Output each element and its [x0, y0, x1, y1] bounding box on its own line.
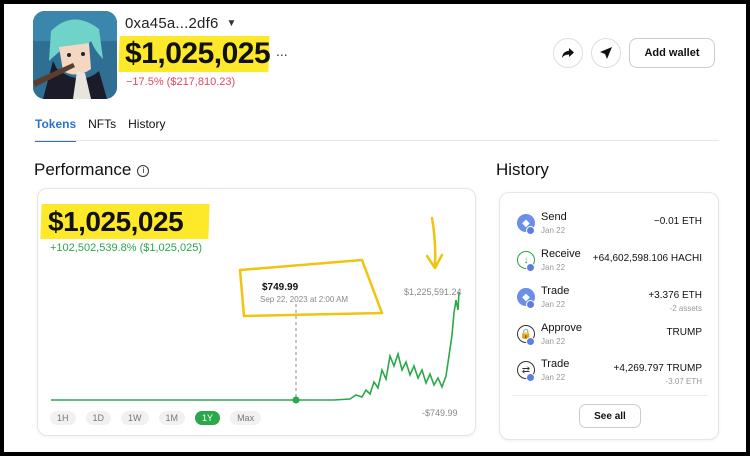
history-type: Send	[541, 211, 567, 223]
history-type: Approve	[541, 322, 582, 334]
history-date: Jan 22	[541, 263, 566, 272]
chain-badge-icon	[526, 373, 535, 382]
history-type: Receive	[541, 248, 581, 260]
history-type: Trade	[541, 285, 570, 297]
chart-min-label: -$749.99	[422, 408, 458, 418]
tooltip-date: Sep 22, 2023 at 2:00 AM	[260, 295, 349, 304]
history-divider	[512, 395, 708, 396]
crosshair-dot	[292, 396, 300, 404]
history-item[interactable]: ⇄ Trade Jan 22 +4,269.797 TRUMP -3.07 ET…	[500, 356, 720, 392]
history-item[interactable]: ◆ Trade Jan 22 +3.376 ETH -2 assets	[500, 283, 720, 319]
tooltip-price: $749.99	[262, 282, 299, 293]
history-date: Jan 22	[541, 226, 566, 235]
history-item[interactable]: ◆ Send Jan 22 −0.01 ETH	[500, 209, 720, 245]
history-date: Jan 22	[541, 300, 566, 309]
wallet-page: 0xa45a...2df6 ▼ $1,025,025 ... −17.5% ($…	[4, 4, 746, 452]
chain-badge-icon	[526, 226, 535, 235]
history-date: Jan 22	[541, 373, 566, 382]
annotation-arrow	[430, 216, 437, 266]
chart-max-label: $1,225,591.24	[404, 287, 462, 297]
history-item[interactable]: 🔒 Approve Jan 22 TRUMP	[500, 320, 720, 356]
history-card: ◆ Send Jan 22 −0.01 ETH ↓ Receive Jan 22…	[499, 192, 719, 440]
history-sub-amount: -3.07 ETH	[665, 377, 702, 386]
history-item[interactable]: ↓ Receive Jan 22 +64,602,598.106 HACHI	[500, 246, 720, 282]
chain-badge-icon	[526, 300, 535, 309]
history-amount: +64,602,598.106 HACHI	[592, 253, 702, 264]
chain-badge-icon	[526, 263, 535, 272]
history-type: Trade	[541, 358, 570, 370]
performance-line	[51, 291, 460, 401]
see-all-button[interactable]: See all	[579, 404, 641, 428]
history-amount: −0.01 ETH	[653, 216, 702, 227]
history-sub-amount: -2 assets	[669, 304, 702, 313]
history-amount: +3.376 ETH	[648, 290, 702, 301]
chain-badge-icon	[526, 337, 535, 346]
history-date: Jan 22	[541, 337, 566, 346]
history-amount: TRUMP	[666, 327, 702, 338]
history-amount: +4,269.797 TRUMP	[613, 363, 702, 374]
history-title: History	[496, 160, 549, 179]
